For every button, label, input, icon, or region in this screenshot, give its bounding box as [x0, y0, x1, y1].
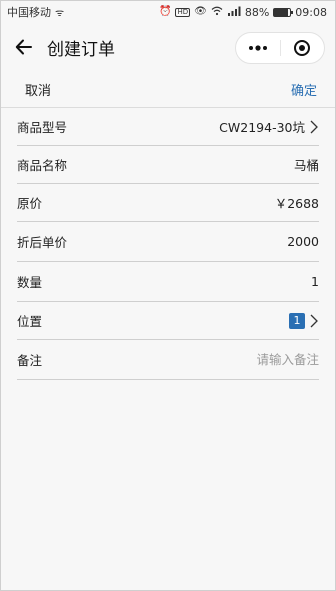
- status-bar: 中国移动 ᯤ ⏰ HD 👁 88% 09:08: [1, 1, 335, 23]
- position-value-group: 1: [289, 312, 319, 329]
- wifi-icon: [211, 6, 223, 19]
- battery-icon: [273, 7, 294, 17]
- form-row-position[interactable]: 位置 1: [17, 302, 319, 340]
- carrier-extra-icon: ᯤ: [55, 8, 65, 19]
- position-badge: 1: [289, 312, 305, 329]
- discount-price-value[interactable]: 2000: [287, 234, 319, 249]
- chevron-right-icon: [309, 314, 319, 328]
- chevron-right-icon: [309, 120, 319, 134]
- remark-label: 备注: [17, 353, 43, 368]
- mini-program-capsule: [235, 32, 325, 64]
- quantity-value[interactable]: 1: [311, 274, 319, 289]
- model-label: 商品型号: [17, 120, 68, 135]
- name-label: 商品名称: [17, 158, 68, 173]
- status-left: 中国移动 ᯤ: [7, 4, 64, 20]
- model-value: CW2194-30坑: [219, 120, 305, 135]
- carrier-name: 中国移动: [7, 6, 51, 19]
- target-circle-icon: [294, 40, 311, 56]
- alarm-icon: ⏰: [159, 6, 172, 17]
- action-bar: 取消 确定: [1, 71, 335, 108]
- battery-percent: 88%: [244, 5, 270, 19]
- navigation-bar: 创建订单: [1, 23, 335, 71]
- quantity-label: 数量: [17, 275, 43, 290]
- back-arrow-icon[interactable]: [13, 36, 35, 58]
- cancel-button[interactable]: 取消: [25, 80, 51, 99]
- model-value-group: CW2194-30坑: [219, 117, 319, 136]
- more-button[interactable]: [236, 33, 280, 63]
- status-right: ⏰ HD 👁 88% 09:08: [159, 6, 327, 19]
- status-time: 09:08: [295, 5, 327, 19]
- form-row-original-price: 原价 ￥2688: [17, 184, 319, 222]
- hd-icon: HD: [175, 7, 191, 17]
- name-value: 马桶: [293, 158, 319, 173]
- form-row-model[interactable]: 商品型号 CW2194-30坑: [17, 108, 319, 146]
- position-label: 位置: [17, 314, 43, 329]
- form-row-remark: 备注: [17, 340, 319, 380]
- eye-icon: 👁: [194, 6, 207, 17]
- signal-icon: [227, 6, 241, 19]
- battery-fill: [274, 8, 289, 16]
- close-button[interactable]: [281, 33, 325, 63]
- phone-screen: 中国移动 ᯤ ⏰ HD 👁 88% 09:08 创建订单 取消 确定 商品型号 …: [0, 0, 336, 591]
- order-form: 商品型号 CW2194-30坑 商品名称 马桶 原价 ￥2688 折后单价 20…: [1, 108, 335, 380]
- remark-input[interactable]: [199, 352, 319, 367]
- discount-price-label: 折后单价: [17, 235, 68, 250]
- form-row-quantity[interactable]: 数量 1: [17, 262, 319, 302]
- form-row-discount-price[interactable]: 折后单价 2000: [17, 222, 319, 262]
- page-title: 创建订单: [47, 39, 115, 60]
- more-dots-icon: [248, 45, 267, 51]
- form-row-name: 商品名称 马桶: [17, 146, 319, 184]
- original-price-label: 原价: [17, 196, 43, 211]
- confirm-button[interactable]: 确定: [291, 80, 317, 99]
- original-price-value: ￥2688: [274, 196, 319, 211]
